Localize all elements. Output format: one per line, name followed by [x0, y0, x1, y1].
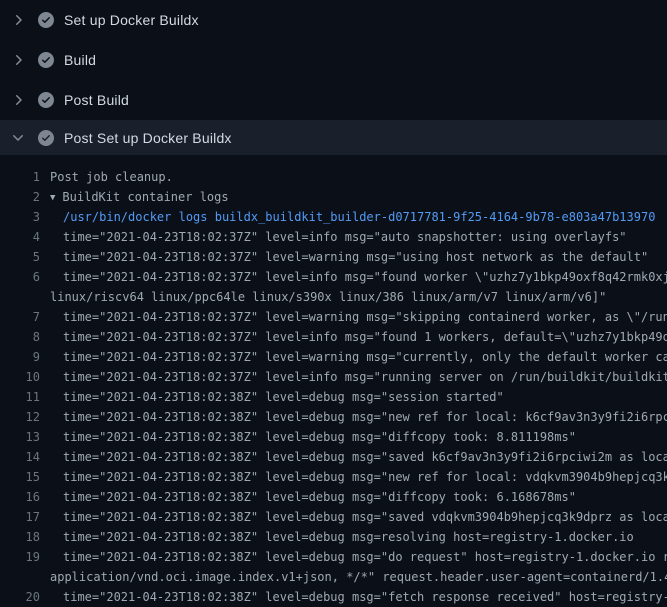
chevron-down-icon	[10, 130, 26, 146]
log-text: time="2021-04-23T18:02:38Z" level=debug …	[63, 547, 667, 567]
log-line: 5 time="2021-04-23T18:02:37Z" level=warni…	[0, 247, 667, 267]
step-row-post-set-up-docker-buildx[interactable]: Post Set up Docker Buildx	[0, 120, 667, 155]
line-number[interactable]: 14	[0, 447, 40, 467]
log-line: 18 time="2021-04-23T18:02:38Z" level=debu…	[0, 527, 667, 547]
log-text: time="2021-04-23T18:02:38Z" level=debug …	[63, 427, 576, 447]
step-label: Post Build	[64, 92, 129, 108]
group-toggle-icon[interactable]: ▼	[50, 188, 55, 207]
line-number[interactable]: 11	[0, 387, 40, 407]
line-number[interactable]: 12	[0, 407, 40, 427]
line-number[interactable]: 20	[0, 587, 40, 607]
chevron-right-icon	[10, 52, 26, 68]
log-text: time="2021-04-23T18:02:37Z" level=info m…	[63, 267, 667, 287]
line-number[interactable]: 2	[0, 187, 40, 207]
line-number	[0, 287, 40, 307]
log-line: 2 ▼ BuildKit container logs	[0, 187, 667, 207]
line-number[interactable]: 13	[0, 427, 40, 447]
log-line: 4 time="2021-04-23T18:02:37Z" level=info …	[0, 227, 667, 247]
log-text: application/vnd.oci.image.index.v1+json,…	[50, 567, 667, 587]
line-number[interactable]: 4	[0, 227, 40, 247]
actions-log-viewer: Set up Docker Buildx Build Post Build Post …	[0, 0, 667, 607]
line-number[interactable]: 8	[0, 327, 40, 347]
line-number[interactable]: 7	[0, 307, 40, 327]
line-number[interactable]: 5	[0, 247, 40, 267]
line-number[interactable]: 17	[0, 507, 40, 527]
log-line: 11 time="2021-04-23T18:02:38Z" level=debu…	[0, 387, 667, 407]
log-line: 20 time="2021-04-23T18:02:38Z" level=debu…	[0, 587, 667, 607]
log-output: 1 Post job cleanup. 2 ▼ BuildKit container l…	[0, 155, 667, 607]
line-number[interactable]: 18	[0, 527, 40, 547]
log-line: 17 time="2021-04-23T18:02:38Z" level=debu…	[0, 507, 667, 527]
log-line: 1 Post job cleanup.	[0, 167, 667, 187]
log-line: 19 time="2021-04-23T18:02:38Z" level=debu…	[0, 547, 667, 567]
group-title[interactable]: BuildKit container logs	[62, 190, 228, 204]
step-row-post-build[interactable]: Post Build	[0, 80, 667, 120]
log-text: ▼ BuildKit container logs	[50, 187, 229, 207]
step-label: Build	[64, 52, 96, 68]
line-number[interactable]: 1	[0, 167, 40, 187]
chevron-right-icon	[10, 12, 26, 28]
log-line: 6 time="2021-04-23T18:02:37Z" level=info …	[0, 267, 667, 287]
log-text: time="2021-04-23T18:02:37Z" level=info m…	[63, 227, 627, 247]
line-number[interactable]: 15	[0, 467, 40, 487]
log-line: linux/riscv64 linux/ppc64le linux/s390x …	[0, 287, 667, 307]
step-row-set-up-docker-buildx[interactable]: Set up Docker Buildx	[0, 0, 667, 40]
step-list: Set up Docker Buildx Build Post Build Post …	[0, 0, 667, 155]
step-row-build[interactable]: Build	[0, 40, 667, 80]
line-number[interactable]: 16	[0, 487, 40, 507]
log-text: time="2021-04-23T18:02:38Z" level=debug …	[63, 387, 504, 407]
line-number[interactable]: 19	[0, 547, 40, 567]
check-circle-icon	[38, 92, 54, 108]
log-text: time="2021-04-23T18:02:38Z" level=debug …	[63, 507, 667, 527]
log-line: 16 time="2021-04-23T18:02:38Z" level=debu…	[0, 487, 667, 507]
command-text: /usr/bin/docker logs buildx_buildkit_bui…	[63, 207, 655, 227]
line-number[interactable]: 9	[0, 347, 40, 367]
chevron-right-icon	[10, 92, 26, 108]
log-line: 14 time="2021-04-23T18:02:38Z" level=debu…	[0, 447, 667, 467]
log-line: 3/usr/bin/docker logs buildx_buildkit_bu…	[0, 207, 667, 227]
log-line: 12 time="2021-04-23T18:02:38Z" level=debu…	[0, 407, 667, 427]
check-circle-icon	[38, 12, 54, 28]
log-text: time="2021-04-23T18:02:37Z" level=warnin…	[63, 247, 648, 267]
log-text: time="2021-04-23T18:02:37Z" level=info m…	[63, 327, 667, 347]
log-line: 15 time="2021-04-23T18:02:38Z" level=debu…	[0, 467, 667, 487]
log-line: 13 time="2021-04-23T18:02:38Z" level=debu…	[0, 427, 667, 447]
step-label: Set up Docker Buildx	[64, 12, 199, 28]
log-line: 7 time="2021-04-23T18:02:37Z" level=warni…	[0, 307, 667, 327]
log-text: time="2021-04-23T18:02:38Z" level=debug …	[63, 587, 667, 607]
log-text: Post job cleanup.	[50, 167, 173, 187]
log-text: time="2021-04-23T18:02:38Z" level=debug …	[63, 447, 667, 467]
log-text: linux/riscv64 linux/ppc64le linux/s390x …	[50, 287, 606, 307]
check-circle-icon	[38, 52, 54, 68]
log-text: time="2021-04-23T18:02:38Z" level=debug …	[63, 467, 667, 487]
check-circle-icon	[38, 130, 54, 146]
log-text: time="2021-04-23T18:02:38Z" level=debug …	[63, 487, 576, 507]
log-line: 9 time="2021-04-23T18:02:37Z" level=warni…	[0, 347, 667, 367]
log-text: time="2021-04-23T18:02:37Z" level=warnin…	[63, 347, 667, 367]
log-line: application/vnd.oci.image.index.v1+json,…	[0, 567, 667, 587]
log-line: 8 time="2021-04-23T18:02:37Z" level=info …	[0, 327, 667, 347]
log-text: time="2021-04-23T18:02:37Z" level=warnin…	[63, 307, 667, 327]
line-number[interactable]: 3	[0, 207, 40, 227]
log-line: 10 time="2021-04-23T18:02:37Z" level=info…	[0, 367, 667, 387]
step-label: Post Set up Docker Buildx	[64, 130, 232, 146]
line-number[interactable]: 6	[0, 267, 40, 287]
log-text: time="2021-04-23T18:02:37Z" level=info m…	[63, 367, 667, 387]
line-number[interactable]: 10	[0, 367, 40, 387]
line-number	[0, 567, 40, 587]
log-text: time="2021-04-23T18:02:38Z" level=debug …	[63, 527, 634, 547]
log-text: time="2021-04-23T18:02:38Z" level=debug …	[63, 407, 667, 427]
